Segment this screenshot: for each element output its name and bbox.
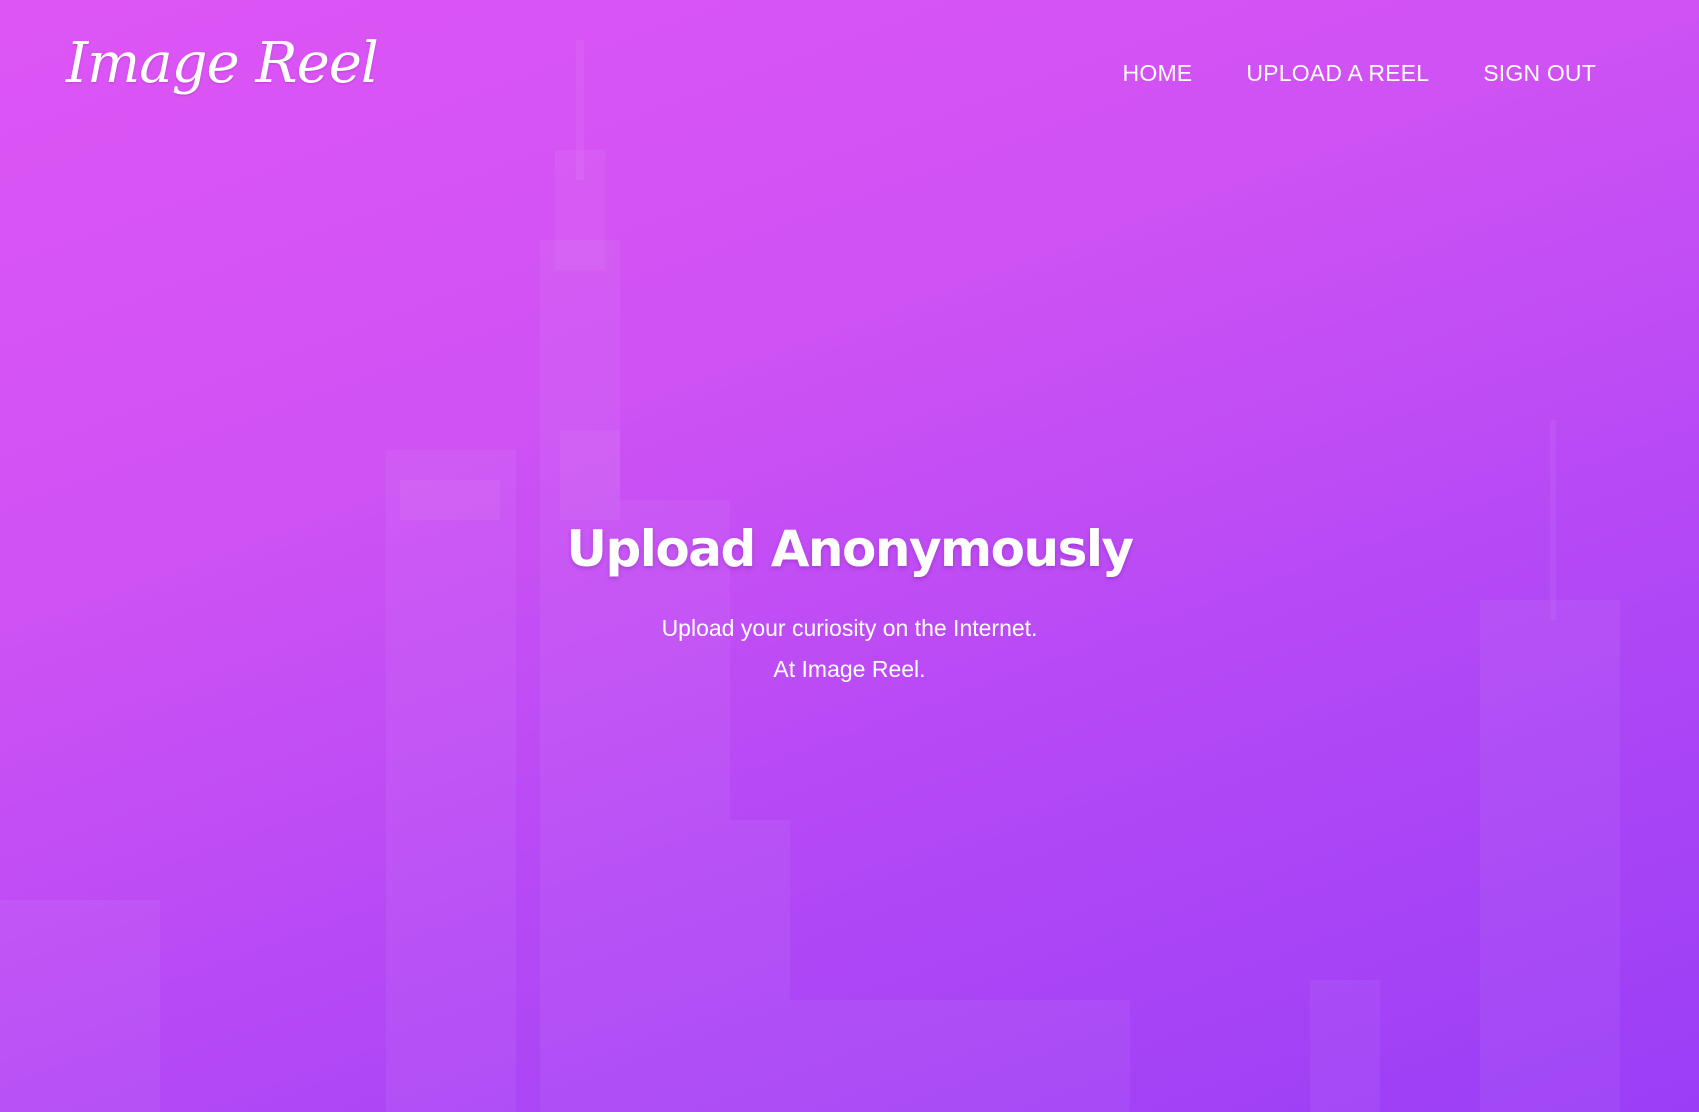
nav-link-upload-reel[interactable]: UPLOAD A REEL [1246,60,1429,87]
hero-section: Upload Anonymously Upload your curiosity… [0,520,1699,690]
hero-subtitle-line-2: At Image Reel. [773,656,926,682]
hero-subtitle-line-1: Upload your curiosity on the Internet. [661,615,1038,641]
main-nav: HOME UPLOAD A REEL SIGN OUT [1123,60,1596,87]
hero-title: Upload Anonymously [566,520,1134,578]
top-navigation-bar: Image Reel HOME UPLOAD A REEL SIGN OUT [0,0,1699,150]
nav-link-home[interactable]: HOME [1123,60,1193,87]
nav-link-sign-out[interactable]: SIGN OUT [1483,60,1596,87]
brand-logo[interactable]: Image Reel [66,36,379,92]
